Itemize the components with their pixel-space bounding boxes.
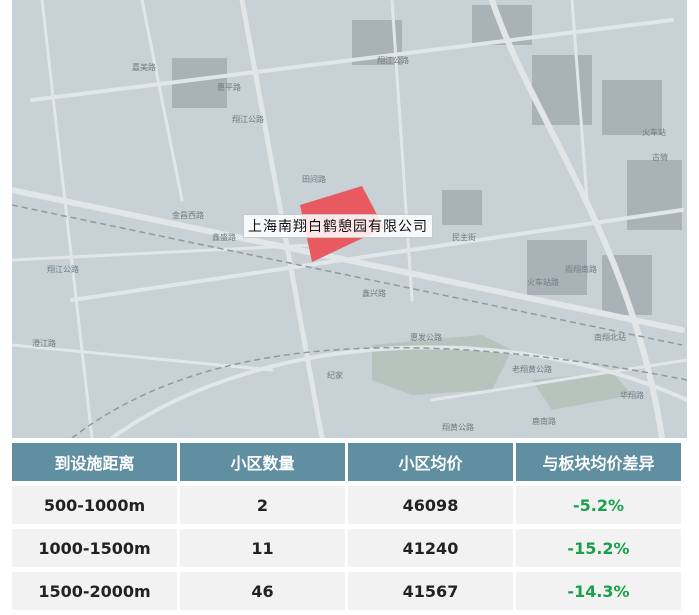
map-view[interactable]: 翔江公路 惠平路 翔江公路 嘉美路 田间路 金昌西路 鑫盛路 鑫兴路 翔江公路 … [12,0,687,438]
cell-count: 46 [180,572,345,610]
table-header-row: 到设施距离 小区数量 小区均价 与板块均价差异 [12,443,681,481]
table-row: 1000-1500m 11 41240 -15.2% [12,529,681,567]
street-label: 火车站路 [527,277,559,287]
street-label: 南翔北站 [594,332,626,342]
header-count: 小区数量 [180,443,345,481]
street-label: 老翔黄公路 [512,364,552,374]
cell-diff: -14.3% [516,572,681,610]
cell-diff: -5.2% [516,486,681,524]
street-label: 嘉美路 [132,62,156,72]
header-distance: 到设施距离 [12,443,177,481]
header-price: 小区均价 [348,443,513,481]
street-label: 田间路 [302,174,326,184]
street-label: 纪家 [327,370,343,380]
distance-stats-table: 到设施距离 小区数量 小区均价 与板块均价差异 500-1000m 2 4609… [9,438,684,615]
cell-distance: 1500-2000m [12,572,177,610]
street-label: 民主街 [452,232,476,242]
street-label: 鑫兴路 [362,288,386,298]
street-label: 澄江路 [32,338,56,348]
street-label: 翔江公路 [232,114,264,124]
street-label: 火车站 [642,127,666,137]
table-row: 1500-2000m 46 41567 -14.3% [12,572,681,610]
street-label: 古猗 [652,152,668,162]
street-label: 翔黄公路 [442,422,474,432]
cell-price: 46098 [348,486,513,524]
cell-count: 2 [180,486,345,524]
street-label: 雨翔南路 [565,264,597,274]
cell-count: 11 [180,529,345,567]
table-row: 500-1000m 2 46098 -5.2% [12,486,681,524]
street-label: 金昌西路 [172,210,204,220]
cell-distance: 1000-1500m [12,529,177,567]
cell-diff: -15.2% [516,529,681,567]
street-label: 翔江公路 [47,264,79,274]
street-label: 惠平路 [217,82,241,92]
cell-distance: 500-1000m [12,486,177,524]
street-label: 翔江公路 [377,55,409,65]
cell-price: 41567 [348,572,513,610]
header-diff: 与板块均价差异 [516,443,681,481]
street-label: 华翔路 [620,390,644,400]
cell-price: 41240 [348,529,513,567]
poi-label: 上海南翔白鹤憩园有限公司 [243,214,433,238]
street-label: 惠发公路 [410,332,442,342]
street-label: 鑫盛路 [212,232,236,242]
street-label: 鹿南路 [532,416,556,426]
